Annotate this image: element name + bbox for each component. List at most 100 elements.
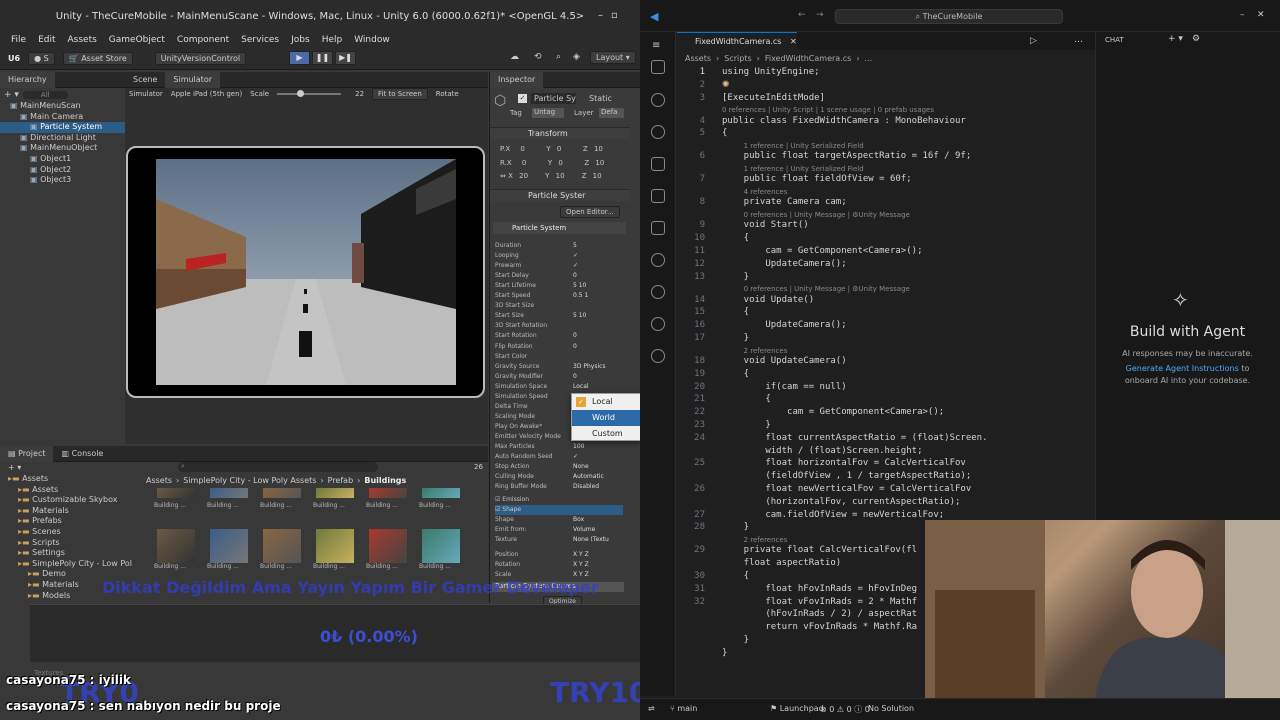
code-line[interactable]: float hFovInRads = hFovInDeg bbox=[722, 584, 917, 594]
scale-y[interactable]: 10 bbox=[556, 170, 582, 184]
menu-item-assets[interactable]: Assets bbox=[68, 35, 97, 45]
code-line[interactable]: float vFovInRads = 2 * Mathf bbox=[722, 597, 917, 607]
setting-value[interactable]: 0.5 1 bbox=[573, 292, 588, 299]
particle-system-header[interactable]: Particle Syster bbox=[490, 189, 630, 201]
building-thumbnail[interactable] bbox=[157, 529, 195, 563]
run-debug-icon[interactable] bbox=[651, 157, 665, 171]
step-button[interactable]: ▶❚ bbox=[335, 51, 356, 65]
close-tab-icon[interactable]: ✕ bbox=[790, 37, 797, 46]
project-tree-item[interactable]: ▸▬ Materials bbox=[0, 506, 139, 517]
code-line[interactable]: float currentAspectRatio = (float)Screen… bbox=[722, 433, 987, 443]
command-center-search[interactable]: ⌕ TheCureMobile bbox=[835, 9, 1063, 24]
rotation-y[interactable]: 0 bbox=[558, 157, 584, 171]
code-line[interactable]: private float CalcVerticalFov(fl bbox=[722, 545, 917, 555]
minimize-icon[interactable]: – bbox=[1240, 10, 1245, 20]
code-line[interactable]: cam.fieldOfView = newVerticalFov; bbox=[722, 510, 944, 520]
menu-item-file[interactable]: File bbox=[11, 35, 26, 45]
layers-icon[interactable]: ◈ bbox=[573, 52, 580, 62]
code-line[interactable]: void Update() bbox=[722, 295, 814, 305]
module-shape[interactable]: ☑ Shape bbox=[495, 505, 623, 515]
asset-store-button[interactable]: 🛒 Asset Store bbox=[62, 52, 133, 65]
rotation-x[interactable]: 0 bbox=[522, 157, 548, 171]
remote-icon[interactable] bbox=[651, 253, 665, 267]
code-line[interactable]: } bbox=[722, 648, 727, 658]
layer-dropdown[interactable]: Defa bbox=[599, 108, 624, 118]
codelens[interactable]: 0 references | Unity Message | ⚙Unity Me… bbox=[744, 285, 910, 293]
hierarchy-item[interactable]: ▣ Object3 bbox=[0, 175, 125, 186]
breadcrumb-item[interactable]: FixedWidthCamera.cs bbox=[765, 54, 851, 63]
settings-icon[interactable]: ⚙ bbox=[1192, 34, 1200, 44]
transform-header[interactable]: Transform bbox=[490, 127, 630, 139]
active-checkbox[interactable]: ✓ bbox=[518, 94, 527, 103]
menu-item-edit[interactable]: Edit bbox=[38, 35, 55, 45]
setting-value[interactable]: 5 10 bbox=[573, 312, 586, 319]
hierarchy-item[interactable]: ▣ MainMenuScan bbox=[0, 101, 125, 112]
code-line[interactable]: return vFovInRads * Mathf.Ra bbox=[722, 622, 917, 632]
setting-value[interactable]: ✓ bbox=[573, 453, 578, 460]
codelens[interactable]: 2 references bbox=[744, 536, 788, 544]
play-button[interactable]: ▶ bbox=[289, 51, 310, 65]
menu-item-jobs[interactable]: Jobs bbox=[291, 35, 310, 45]
menu-item-window[interactable]: Window bbox=[354, 35, 390, 45]
building-thumbnail[interactable] bbox=[422, 488, 460, 498]
code-line[interactable]: (fieldOfView , 1 / targetAspectRatio); bbox=[722, 471, 971, 481]
close-icon[interactable]: ✕ bbox=[1257, 10, 1265, 20]
new-chat-icon[interactable]: + ▾ bbox=[1168, 34, 1183, 44]
tab-project[interactable]: ▤ Project bbox=[0, 445, 54, 462]
codelens[interactable]: 0 references | Unity Script | 1 scene us… bbox=[722, 106, 934, 114]
project-tree-item[interactable]: ▸▬ Scenes bbox=[0, 527, 139, 538]
setting-value[interactable]: 3D Physics bbox=[573, 363, 606, 370]
codelens[interactable]: 4 references bbox=[744, 188, 788, 196]
code-line[interactable]: private Camera cam; bbox=[722, 197, 847, 207]
cloud-icon[interactable]: ☁ bbox=[510, 52, 519, 62]
hierarchy-item[interactable]: ▣ Object1 bbox=[0, 154, 125, 165]
github-icon[interactable] bbox=[651, 349, 665, 363]
setting-value[interactable]: Disabled bbox=[573, 483, 599, 490]
code-line[interactable]: if(cam == null) bbox=[722, 382, 846, 392]
game-view[interactable] bbox=[156, 159, 456, 385]
building-thumbnail[interactable] bbox=[369, 488, 407, 498]
codelens[interactable]: 0 references | Unity Message | ⚙Unity Me… bbox=[744, 211, 910, 219]
breadcrumb-item[interactable]: Prefab bbox=[328, 476, 354, 485]
scale-slider[interactable] bbox=[277, 90, 342, 97]
tab-simulator[interactable]: Simulator bbox=[165, 71, 220, 88]
history-icon[interactable]: ⟲ bbox=[534, 52, 542, 62]
shape-setting-value[interactable]: X Y Z bbox=[573, 551, 589, 558]
search-icon[interactable]: ⌕ bbox=[556, 52, 561, 62]
setting-value[interactable]: ✓ bbox=[573, 252, 578, 259]
setting-value[interactable]: 5 bbox=[573, 242, 577, 249]
launchpad-status[interactable]: ⚑ Launchpad bbox=[770, 704, 824, 713]
setting-value[interactable]: Automatic bbox=[573, 473, 604, 480]
setting-value[interactable]: 0 bbox=[573, 272, 577, 279]
source-control-icon[interactable] bbox=[651, 125, 665, 139]
building-thumbnail[interactable] bbox=[369, 529, 407, 563]
codelens[interactable]: 1 reference | Unity Serialized Field bbox=[744, 142, 864, 150]
code-line[interactable]: using UnityEngine; bbox=[722, 67, 820, 77]
hierarchy-item[interactable]: ▣ Main Camera bbox=[0, 112, 125, 123]
accounts-icon[interactable] bbox=[651, 285, 665, 299]
breadcrumb-item[interactable]: ... bbox=[865, 54, 873, 63]
code-line[interactable]: { bbox=[722, 307, 749, 317]
menu-item-gameobject[interactable]: GameObject bbox=[109, 35, 165, 45]
setting-value[interactable]: 0 bbox=[573, 332, 577, 339]
run-icon[interactable]: ▷ bbox=[1030, 36, 1037, 46]
shape-setting-value[interactable]: None (Textu bbox=[573, 536, 609, 543]
code-line[interactable]: float newVerticalFov = CalcVerticalFov bbox=[722, 484, 971, 494]
menu-item-services[interactable]: Services bbox=[241, 35, 279, 45]
setting-value[interactable]: 0 bbox=[573, 373, 577, 380]
position-x[interactable]: 0 bbox=[520, 143, 546, 157]
account-button[interactable]: ● S bbox=[28, 52, 55, 65]
code-line[interactable]: (horizontalFov, currentAspectRatio); bbox=[722, 497, 960, 507]
breadcrumb-item[interactable]: Assets bbox=[685, 54, 711, 63]
project-tree-item[interactable]: ▸▬ Settings bbox=[0, 548, 139, 559]
codelens[interactable]: 1 reference | Unity Serialized Field bbox=[744, 165, 864, 173]
code-line[interactable]: float aspectRatio) bbox=[722, 558, 842, 568]
project-tree-item[interactable]: ▸▬ Customizable Skybox bbox=[0, 495, 139, 506]
shape-setting-value[interactable]: Box bbox=[573, 516, 584, 523]
dropdown-option-custom[interactable]: Custom bbox=[572, 426, 640, 442]
fit-to-screen-button[interactable]: Fit to Screen bbox=[372, 88, 428, 100]
setting-value[interactable]: 0 bbox=[573, 343, 577, 350]
codelens[interactable]: 2 references bbox=[744, 347, 788, 355]
building-thumbnail[interactable] bbox=[422, 529, 460, 563]
open-editor-button[interactable]: Open Editor... bbox=[560, 206, 620, 218]
